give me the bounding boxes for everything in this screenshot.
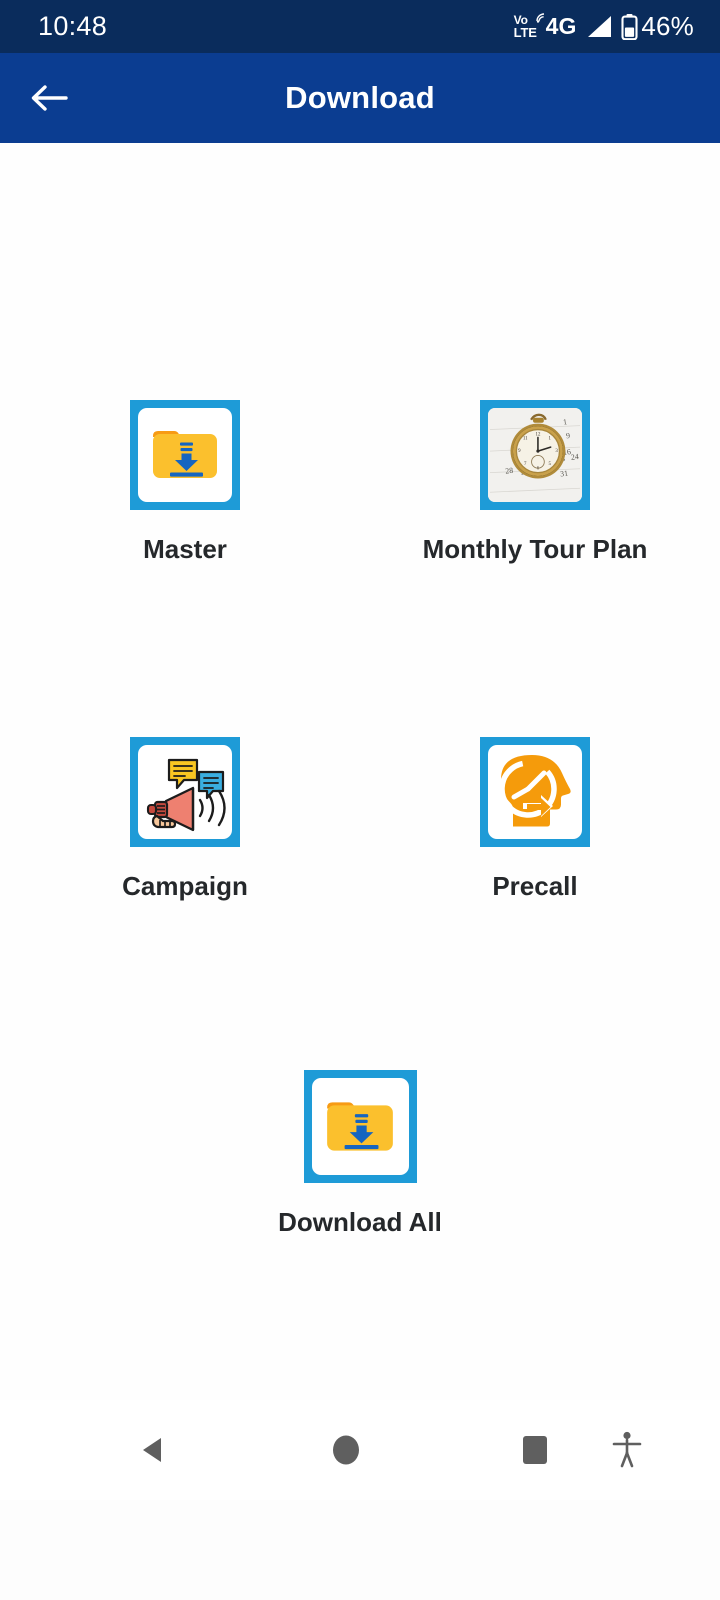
status-bar-icons: Vo LTE 4G 46% bbox=[514, 11, 694, 42]
option-label: Monthly Tour Plan bbox=[422, 534, 648, 564]
option-label: Download All bbox=[278, 1207, 442, 1237]
download-menu-content: Master 1 9 16 24 28 31 12 1 3 5 6 7 9 11… bbox=[0, 143, 720, 1500]
arrow-left-icon bbox=[31, 85, 68, 111]
accessibility-person-icon bbox=[612, 1431, 642, 1468]
option-label: Precall bbox=[492, 871, 578, 901]
volte-icon-bottom-label: LTE bbox=[513, 25, 537, 40]
battery-percent-label: 46% bbox=[641, 11, 694, 41]
svg-text:11: 11 bbox=[523, 436, 528, 441]
grid-row: Campaign Precall bbox=[0, 737, 720, 902]
back-button[interactable] bbox=[22, 71, 76, 125]
download-option-precall[interactable]: Precall bbox=[421, 737, 649, 902]
status-bar: 10:48 Vo LTE 4G 46% bbox=[0, 0, 720, 53]
option-label: Master bbox=[143, 534, 227, 564]
home-circle-icon bbox=[333, 1435, 359, 1465]
status-bar-clock: 10:48 bbox=[38, 11, 108, 41]
svg-text:31: 31 bbox=[560, 469, 569, 479]
tile-inner bbox=[488, 745, 582, 839]
recents-square-icon bbox=[523, 1436, 547, 1464]
tile-inner bbox=[138, 408, 232, 502]
nav-home-button[interactable] bbox=[330, 1433, 362, 1467]
download-option-campaign[interactable]: Campaign bbox=[71, 737, 299, 902]
app-bar: Download bbox=[0, 53, 720, 143]
precall-tile[interactable] bbox=[480, 737, 590, 847]
svg-text:24: 24 bbox=[570, 452, 579, 462]
nav-back-button[interactable] bbox=[137, 1433, 171, 1467]
nav-recents-button[interactable] bbox=[520, 1434, 550, 1466]
download-options-grid: Master 1 9 16 24 28 31 12 1 3 5 6 7 9 11… bbox=[0, 143, 720, 1238]
back-triangle-icon bbox=[143, 1438, 161, 1462]
folder-download-icon bbox=[153, 431, 217, 478]
campaign-tile[interactable] bbox=[130, 737, 240, 847]
tile-inner: 1 8 9 16 22 23 24 28 29 30 bbox=[488, 408, 582, 502]
download-option-master[interactable]: Master bbox=[71, 400, 299, 565]
option-label: Campaign bbox=[122, 871, 248, 901]
download-option-download-all[interactable]: Download All bbox=[246, 1070, 474, 1238]
download-all-tile[interactable] bbox=[303, 1070, 417, 1183]
megaphone-icon bbox=[146, 758, 226, 832]
nav-accessibility-button[interactable] bbox=[612, 1431, 642, 1469]
monthly-tour-plan-tile[interactable]: 1 8 9 16 22 23 24 28 29 30 bbox=[480, 400, 590, 510]
download-option-monthly-tour-plan[interactable]: 1 8 9 16 22 23 24 28 29 30 bbox=[421, 400, 649, 565]
tile-inner bbox=[311, 1078, 409, 1175]
tile-inner bbox=[138, 745, 232, 839]
page-title: Download bbox=[285, 80, 435, 115]
volte-wave-icon bbox=[535, 13, 544, 23]
head-clock-icon bbox=[499, 755, 571, 827]
master-tile[interactable] bbox=[130, 400, 240, 510]
network-type-label: 4G bbox=[545, 13, 577, 39]
svg-text:28: 28 bbox=[505, 466, 514, 476]
battery-icon bbox=[621, 13, 638, 40]
volte-icon: Vo LTE bbox=[513, 13, 544, 40]
grid-row: Master 1 9 16 24 28 31 12 1 3 5 6 7 9 11… bbox=[0, 400, 720, 565]
system-navigation-bar bbox=[0, 1400, 720, 1500]
folder-download-icon bbox=[327, 1101, 393, 1151]
phone-screen: 10:48 Vo LTE 4G 46% Download Master 1 9 … bbox=[0, 0, 720, 1600]
grid-row: Download All bbox=[0, 1070, 720, 1238]
battery-indicator: 46% bbox=[621, 11, 694, 42]
signal-bars-icon bbox=[588, 16, 612, 37]
pocket-watch-calendar-icon: 1 8 9 16 22 23 24 28 29 30 bbox=[488, 408, 582, 502]
